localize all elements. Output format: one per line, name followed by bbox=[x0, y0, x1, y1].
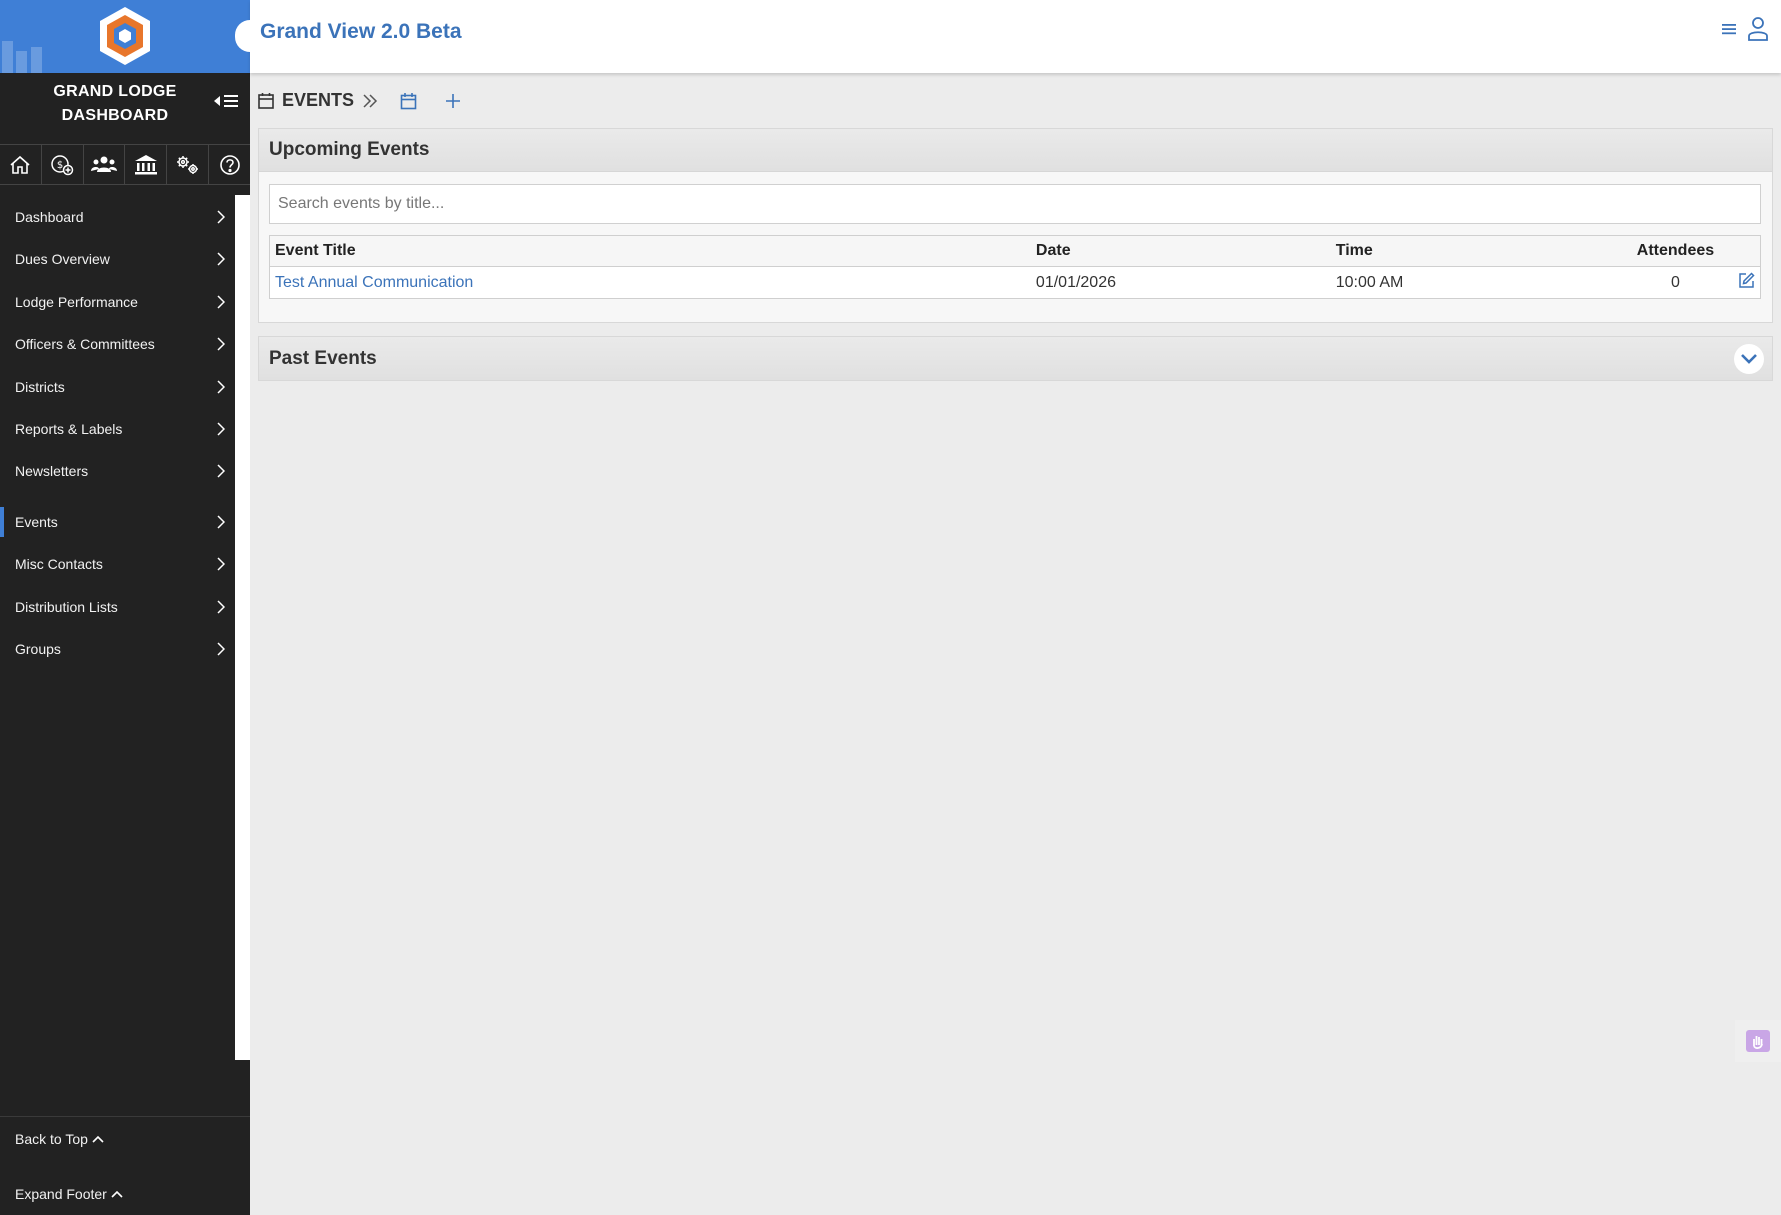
past-events-title: Past Events bbox=[269, 347, 377, 369]
back-to-top-link[interactable]: Back to Top bbox=[15, 1131, 104, 1147]
col-actions bbox=[1720, 235, 1761, 267]
event-attendees: 0 bbox=[1671, 273, 1680, 291]
breadcrumb: EVENTS bbox=[258, 90, 461, 111]
collapse-menu-icon bbox=[214, 95, 238, 107]
chevron-right-icon bbox=[217, 422, 225, 436]
chevron-up-icon bbox=[92, 1135, 104, 1143]
edit-icon[interactable] bbox=[1738, 271, 1755, 289]
dues-button[interactable]: $ bbox=[42, 145, 84, 184]
members-button[interactable] bbox=[84, 145, 126, 184]
chevron-right-icon bbox=[217, 337, 225, 351]
col-date[interactable]: Date bbox=[1030, 235, 1331, 267]
header-actions bbox=[1721, 16, 1769, 42]
collapse-sidebar-button[interactable] bbox=[213, 90, 243, 112]
sidebar: GRAND LODGE DASHBOARD $ Dashboard Dues O… bbox=[0, 0, 250, 1215]
calendar-icon bbox=[258, 93, 274, 109]
upcoming-events-title: Upcoming Events bbox=[269, 139, 430, 160]
top-header bbox=[250, 0, 1781, 73]
menu-icon[interactable] bbox=[1721, 21, 1737, 37]
sidebar-item-officers-committees[interactable]: Officers & Committees bbox=[0, 325, 235, 363]
home-button[interactable] bbox=[0, 145, 42, 184]
help-icon bbox=[219, 154, 240, 175]
chevron-right-icon bbox=[217, 252, 225, 266]
past-events-header[interactable]: Past Events bbox=[259, 337, 1772, 380]
members-icon bbox=[91, 156, 118, 172]
chevron-right-icon bbox=[217, 210, 225, 224]
breadcrumb-title: EVENTS bbox=[282, 90, 355, 110]
settings-button[interactable] bbox=[167, 145, 210, 184]
edit-event-cell bbox=[1720, 267, 1760, 299]
sidebar-footer bbox=[0, 1116, 250, 1117]
logo-area bbox=[0, 0, 250, 73]
add-event-button[interactable] bbox=[445, 93, 461, 109]
chevron-right-icon bbox=[217, 557, 225, 571]
sidebar-item-groups[interactable]: Groups bbox=[0, 630, 235, 668]
double-chevron-right-icon bbox=[363, 93, 378, 108]
search-events-input[interactable] bbox=[269, 184, 1761, 224]
chevron-right-icon bbox=[217, 295, 225, 309]
expand-past-events-button[interactable] bbox=[1734, 344, 1764, 374]
lodges-button[interactable] bbox=[125, 145, 168, 184]
chevron-right-icon bbox=[217, 380, 225, 394]
sidebar-item-distribution-lists[interactable]: Distribution Lists bbox=[0, 588, 235, 626]
sidebar-item-misc-contacts[interactable]: Misc Contacts bbox=[0, 545, 235, 583]
sidebar-scrollbar[interactable] bbox=[235, 195, 250, 1060]
chevron-right-icon bbox=[217, 642, 225, 656]
chevron-up-icon bbox=[111, 1190, 123, 1198]
feedback-hand-icon bbox=[1746, 1030, 1770, 1052]
sidebar-item-reports-labels[interactable]: Reports & Labels bbox=[0, 410, 235, 448]
event-time: 10:00 AM bbox=[1335, 273, 1404, 291]
chevron-right-icon bbox=[217, 515, 225, 529]
chevron-down-icon bbox=[1741, 354, 1757, 364]
sidebar-item-dashboard[interactable]: Dashboard bbox=[0, 198, 235, 236]
event-date: 01/01/2026 bbox=[1035, 273, 1116, 291]
sidebar-quick-icons: $ bbox=[0, 144, 250, 185]
app-title: Grand View 2.0 Beta bbox=[260, 20, 462, 43]
feedback-widget[interactable] bbox=[1735, 1020, 1781, 1062]
upcoming-events-header: Upcoming Events bbox=[259, 129, 1772, 172]
chevron-right-icon bbox=[217, 600, 225, 614]
calendar-view-button[interactable] bbox=[400, 92, 417, 110]
lodge-building-icon bbox=[134, 154, 157, 174]
table-row: Test Annual Communication 01/01/2026 10:… bbox=[270, 267, 1761, 299]
sidebar-title: GRAND LODGE DASHBOARD bbox=[53, 83, 177, 124]
event-title-link[interactable]: Test Annual Communication bbox=[275, 274, 473, 291]
svg-text:$: $ bbox=[57, 160, 63, 171]
sidebar-item-newsletters[interactable]: Newsletters bbox=[0, 452, 235, 490]
help-button[interactable] bbox=[209, 145, 250, 184]
col-time[interactable]: Time bbox=[1330, 235, 1631, 267]
user-icon[interactable] bbox=[1747, 16, 1769, 42]
home-icon bbox=[10, 155, 30, 174]
upcoming-events-panel: Upcoming Events Event Title Date Time At… bbox=[258, 128, 1773, 323]
sidebar-item-districts[interactable]: Districts bbox=[0, 368, 235, 406]
sidebar-item-lodge-performance[interactable]: Lodge Performance bbox=[0, 283, 235, 321]
settings-gears-icon bbox=[176, 155, 198, 174]
expand-footer-link[interactable]: Expand Footer bbox=[15, 1186, 123, 1202]
col-event-title[interactable]: Event Title bbox=[269, 235, 1031, 267]
sidebar-item-dues-overview[interactable]: Dues Overview bbox=[0, 240, 235, 278]
chevron-right-icon bbox=[217, 464, 225, 478]
logo-icon bbox=[100, 7, 150, 65]
table-header-row: Event Title Date Time Attendees bbox=[269, 235, 1761, 267]
col-attendees[interactable]: Attendees bbox=[1630, 235, 1721, 267]
dues-money-icon: $ bbox=[51, 154, 74, 175]
past-events-panel: Past Events bbox=[258, 336, 1773, 381]
sidebar-item-events[interactable]: Events bbox=[0, 503, 235, 541]
events-table: Event Title Date Time Attendees Test Ann… bbox=[269, 235, 1761, 299]
sidebar-nav: Dashboard Dues Overview Lodge Performanc… bbox=[0, 195, 235, 1060]
